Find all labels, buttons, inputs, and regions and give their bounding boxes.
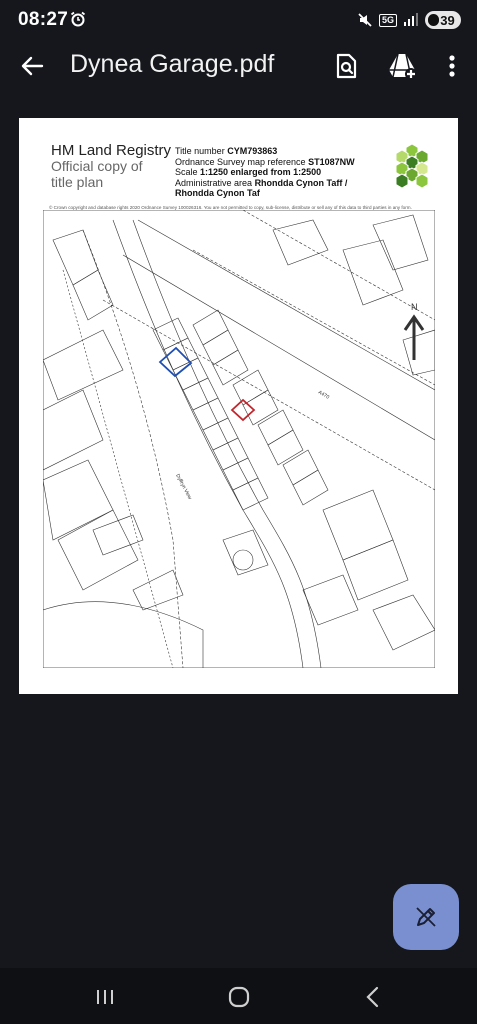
title-number: CYM793863 — [227, 146, 278, 156]
battery-saver-icon — [428, 14, 439, 26]
more-vert-icon[interactable] — [436, 50, 468, 82]
status-time: 08:27 — [18, 9, 69, 30]
title-plan-map: N A470 Dyffryn View — [43, 210, 435, 668]
pdf-page[interactable]: HM Land Registry Official copy of title … — [19, 118, 458, 694]
title-plan-header: HM Land Registry Official copy of title … — [45, 132, 435, 212]
back-icon[interactable] — [358, 982, 388, 1012]
os-map-reference: ST1087NW — [308, 156, 355, 167]
back-arrow-icon[interactable] — [16, 50, 48, 82]
edit-pen-icon — [416, 907, 436, 927]
document-title: Dynea Garage.pdf — [70, 50, 275, 78]
mute-icon — [358, 13, 372, 27]
plan-metadata: Title number CYM793863 Ordnance Survey m… — [175, 146, 355, 199]
status-icons: 5G 39 — [357, 8, 461, 32]
drive-add-icon[interactable] — [386, 50, 418, 82]
alarm-icon — [70, 11, 86, 27]
recent-apps-icon[interactable] — [90, 982, 120, 1012]
plan-subtitle-line1: Official copy of — [51, 158, 143, 174]
home-icon[interactable] — [224, 982, 254, 1012]
hm-land-registry-logo — [395, 143, 429, 189]
search-document-icon[interactable] — [330, 50, 362, 82]
plan-subtitle-line2: title plan — [51, 174, 104, 190]
battery-indicator: 39 — [425, 11, 461, 29]
edit-fab[interactable] — [393, 884, 459, 950]
plan-scale: 1:1250 enlarged from 1:2500 — [200, 167, 322, 178]
north-label: N — [411, 302, 418, 312]
admin-area: Rhondda Cynon Taff / — [254, 177, 348, 188]
registry-name: HM Land Registry — [51, 142, 172, 159]
signal-icon — [404, 13, 418, 26]
network-badge: 5G — [378, 13, 397, 27]
app-bar: Dynea Garage.pdf — [0, 40, 477, 92]
battery-level: 39 — [440, 12, 455, 28]
status-bar: 08:27 5G 39 — [0, 0, 477, 40]
admin-area-welsh: Rhondda Cynon Taf — [175, 188, 260, 199]
system-nav-bar — [0, 968, 477, 1024]
